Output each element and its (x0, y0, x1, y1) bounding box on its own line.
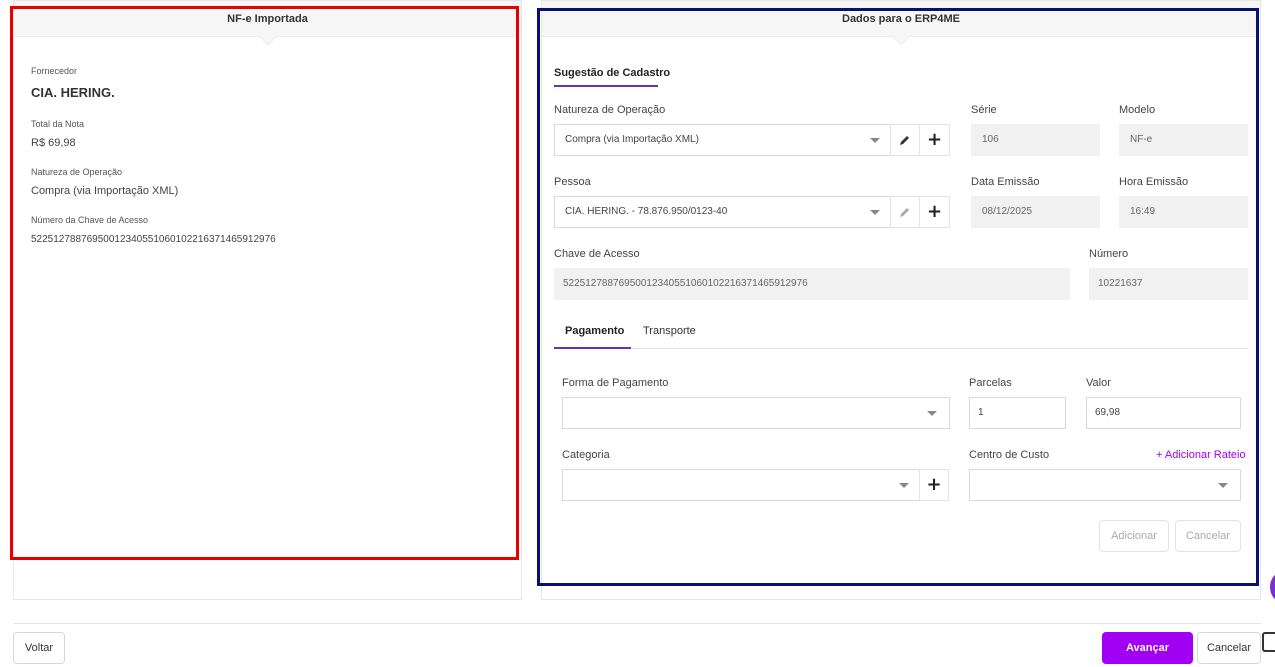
erp-data-header: Dados para o ERP4ME (542, 1, 1260, 46)
parcelas-label: Parcelas (969, 377, 1012, 389)
hora-emissao-value: 16:49 (1130, 206, 1156, 217)
erp-data-panel: Dados para o ERP4ME (541, 0, 1261, 600)
cancelar-button[interactable]: Cancelar (1197, 632, 1261, 664)
valor-label: Valor (1086, 377, 1111, 389)
natureza-op-value: Compra (via Importação XML) (565, 134, 699, 145)
modelo-field: NF-e (1119, 124, 1248, 156)
serie-label: Série (971, 104, 997, 116)
natureza-op-select[interactable]: Compra (via Importação XML) (554, 124, 891, 156)
chevron-down-icon (927, 411, 937, 416)
forma-pagamento-label: Forma de Pagamento (562, 377, 669, 389)
natureza-label: Natureza de Operação (31, 167, 123, 177)
tab-active-indicator (554, 85, 658, 87)
edit-natureza-button[interactable] (890, 124, 920, 156)
parcelas-input[interactable]: 1 (969, 397, 1066, 429)
add-pessoa-button[interactable]: + (920, 196, 950, 228)
centro-custo-label: Centro de Custo (969, 449, 1050, 461)
nfe-imported-header: NF-e Importada (14, 1, 521, 46)
numero-field: 10221637 (1089, 268, 1248, 300)
cancelar-parcela-button[interactable]: Cancelar (1175, 520, 1241, 552)
plus-icon: + (926, 201, 943, 222)
centro-custo-select[interactable] (969, 469, 1241, 501)
chave-label: Número da Chave de Acesso (31, 215, 149, 225)
parcelas-value: 1 (978, 407, 984, 418)
numero-value: 10221637 (1098, 278, 1143, 289)
nfe-imported-title: NF-e Importada (227, 13, 308, 25)
natureza-value: Compra (via Importação XML) (31, 185, 179, 197)
chave-acesso-value: 5225127887695001234055106010221637146591… (563, 278, 808, 289)
tab-active-indicator (554, 347, 631, 349)
chevron-down-icon (1218, 483, 1228, 488)
serie-field: 106 (971, 124, 1100, 156)
tab-transporte[interactable]: Transporte (643, 325, 696, 337)
categoria-select[interactable] (562, 469, 920, 501)
total-value: R$ 69,98 (31, 137, 76, 149)
chevron-down-icon (870, 210, 880, 215)
fornecedor-label: Fornecedor (31, 66, 78, 76)
pessoa-label: Pessoa (554, 176, 591, 188)
header-notch (259, 28, 276, 46)
valor-value: 69,98 (1095, 407, 1121, 418)
valor-input[interactable]: 69,98 (1086, 397, 1241, 429)
modelo-label: Modelo (1119, 104, 1156, 116)
adicionar-rateio-link[interactable]: + Adicionar Rateio (1156, 449, 1246, 461)
chevron-down-icon (870, 138, 880, 143)
chevron-down-icon (899, 483, 909, 488)
header-notch (892, 28, 910, 46)
forma-pagamento-select[interactable] (562, 397, 950, 429)
add-natureza-button[interactable]: + (920, 124, 950, 156)
fornecedor-value: CIA. HERING. (31, 85, 115, 100)
total-label: Total da Nota (31, 119, 85, 129)
pencil-icon (900, 136, 909, 145)
data-emissao-field: 08/12/2025 (971, 196, 1100, 228)
plus-icon: + (926, 474, 942, 495)
modelo-value: NF-e (1130, 134, 1153, 145)
hora-emissao-label: Hora Emissão (1119, 176, 1189, 188)
numero-label: Número (1089, 248, 1129, 260)
avancar-button[interactable]: Avançar (1102, 632, 1193, 664)
categoria-label: Categoria (562, 449, 610, 461)
footer-divider (13, 623, 1261, 624)
tab-sugestao-cadastro[interactable]: Sugestão de Cadastro (554, 67, 670, 79)
data-emissao-label: Data Emissão (971, 176, 1040, 188)
chave-acesso-field: 5225127887695001234055106010221637146591… (554, 268, 1070, 300)
pencil-icon (900, 208, 909, 217)
voltar-button[interactable]: Voltar (13, 632, 65, 664)
chat-bubble-icon[interactable] (1270, 572, 1275, 602)
add-categoria-button[interactable]: + (919, 469, 949, 501)
plus-icon: + (926, 129, 943, 150)
edit-pessoa-button[interactable] (890, 196, 920, 228)
erp-data-title: Dados para o ERP4ME (842, 13, 960, 25)
natureza-op-label: Natureza de Operação (554, 104, 666, 116)
serie-value: 106 (982, 134, 999, 145)
help-chat-icon[interactable] (1262, 632, 1275, 652)
nfe-imported-panel: NF-e Importada Fornecedor CIA. HERING. T… (13, 0, 522, 600)
pessoa-select[interactable]: CIA. HERING. - 78.876.950/0123-40 (554, 196, 891, 228)
chave-value: 5225127887695001234055106010221637146591… (31, 234, 276, 245)
data-emissao-value: 08/12/2025 (982, 206, 1033, 217)
tabs-divider (554, 348, 1248, 349)
hora-emissao-field: 16:49 (1119, 196, 1248, 228)
chave-acesso-label: Chave de Acesso (554, 248, 640, 260)
pessoa-value: CIA. HERING. - 78.876.950/0123-40 (565, 206, 728, 217)
tab-pagamento[interactable]: Pagamento (565, 325, 624, 337)
adicionar-button[interactable]: Adicionar (1099, 520, 1169, 552)
